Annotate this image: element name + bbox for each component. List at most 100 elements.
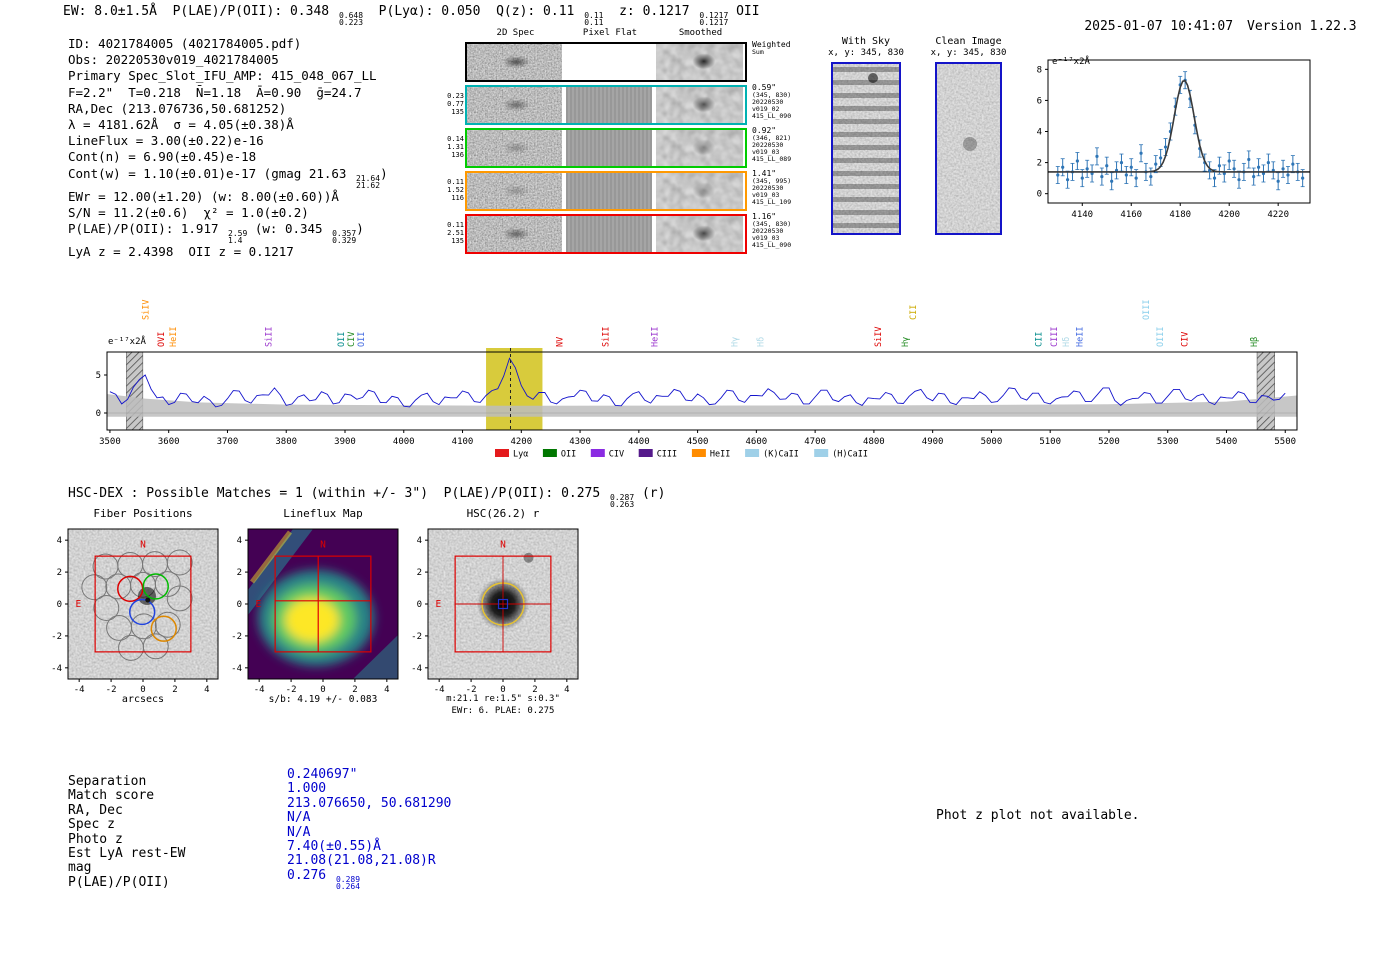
spectrum-ylabel: e⁻¹⁷x2Å [108,337,146,347]
data-point [1139,151,1143,155]
y-tick-label: -2 [411,632,422,642]
info-line: F=2.2" T=0.218 N̄=1.18 Ā=0.90 ḡ=24.7 [68,85,388,101]
cutout-cell-2dspec [467,173,562,209]
x-tick-label: 5200 [1098,437,1120,447]
data-point [1301,176,1305,180]
compass-north: N [500,539,506,550]
text-run: 1.000 [287,781,327,797]
summary-run: OII [728,4,760,19]
match-row: mag 21.08(21.08,21.08)R [68,853,451,875]
fiber-left-stats: 0.23 0.77 135 [443,92,464,116]
hsc-image-panel: NE-4-4-2-2002244 [411,528,579,695]
with-sky-image [831,62,901,235]
svg-rect [833,80,899,85]
data-point [1266,160,1270,165]
svg-rect [833,223,899,228]
meta-line: 415_LL_090 [752,241,792,249]
legend-swatch [590,449,605,457]
match-value: N/A [287,825,310,840]
text-run: 0.276 [287,867,334,883]
cutout-cell-pixelflat [566,44,652,80]
emission-line-label: OIII [1156,327,1166,347]
clean-image-xy: x, y: 345, 830 [930,48,1007,58]
hi-lo-uncertainty: 2.59 1.4 [228,230,247,245]
hsc-caption-2: EWr: 6. PLAE: 0.275 [451,706,555,716]
spec-blob-overlay [467,216,562,252]
y-tick-label: 4 [57,536,62,546]
y-tick-label: 2 [417,568,422,578]
match-row: P(LAE)/P(OII) 0.276 0.289 0.264 [68,868,451,891]
cutout-row [465,214,747,254]
emission-line-label: Hδ [1062,337,1072,347]
text-run: ) [380,165,388,181]
highlight-band [486,348,543,430]
cutout-row [465,128,747,168]
lo-value: 0.329 [332,236,357,246]
hsc-heading-run: HSC-DEX : Possible Matches = 1 (within +… [68,486,609,501]
photz-note: Phot z plot not available. [936,808,1140,823]
emission-line-label: Hβ [1250,337,1260,347]
cutout-cell-smoothed [656,44,743,80]
emission-line-label: SiIV [142,300,152,320]
version-label: Version 1.22.3 [1247,19,1357,34]
data-point [1056,173,1060,177]
legend-label: (K)CaII [763,450,799,460]
data-point [1247,157,1251,162]
cutout-cell-pixelflat [566,87,652,123]
info-line: EWr = 12.00(±1.20) (w: 8.00(±0.60))Å [68,189,388,205]
svg-rect [833,171,899,176]
text-run: 213.076650, 50.681290 [287,795,452,811]
match-value: 0.276 0.289 0.264 [287,867,360,891]
x-tick-label: 3700 [217,437,239,447]
legend-label: CIV [609,450,624,460]
emission-line-label: Hγ [731,337,741,347]
fiber-right-meta: 0.92" (346, 821) 20220530 v019_03 415_LL_089 [752,126,814,163]
x-tick-label: 4200 [1218,210,1240,220]
y-tick-label: 2 [1037,159,1042,169]
emission-line-label: HeII [651,327,661,347]
data-point [1110,179,1114,183]
match-row: Spec z N/A [68,810,451,832]
elixer-detection-report: EW: 8.0±1.5Å P(LAE)/P(OII): 0.348 0.648 0… [0,0,1400,953]
hsc-caption-1: m:21.1 re:1.5" s:0.3" [446,694,560,704]
data-point [1237,178,1241,182]
fiber-stat: 1.52 [447,186,464,194]
match-value: 213.076650, 50.681290 [287,796,451,811]
fiber-cutout-grid: 2D Spec Pixel Flat Smoothed Weighted Sum 0.23… [443,28,843,263]
y-tick-label: -4 [231,664,242,674]
line-fit-plot: 4140 4160 4180 4200 4220 0 2 4 6 8 [1037,59,1311,220]
emission-line-label: CII [1034,332,1044,347]
data-point [1095,154,1099,158]
cutout-column-title: Pixel Flat [582,28,638,38]
meta-line: 415_LL_090 [752,112,792,120]
match-row: Photo z N/A [68,825,451,847]
detection-info-block: ID: 4021784005 (4021784005.pdf) Obs: 2022… [68,36,388,260]
spec-blob-overlay [467,173,562,209]
fiber-stat: 0.14 [447,135,464,143]
hi-lo-uncertainty: 21.64 21.62 [356,174,380,189]
info-line: S/N = 11.2(±0.6) χ² = 1.0(±0.2) [68,205,388,221]
y-tick-label: 4 [1037,128,1042,138]
emission-line-label: OVI [157,332,167,347]
info-line: P(LAE)/P(OII): 1.917 2.59 1.4 (w: 0.345 0… [68,221,388,246]
emission-line-label: SiIV [874,327,884,347]
cutout-cell-2dspec [467,216,562,252]
text-run: 21.08(21.08,21.08)R [287,853,436,869]
svg-rect [833,106,899,111]
fiber-right-meta: 1.16" (345, 830) 20220530 v019_03 415_LL_090 [752,212,814,249]
x-tick-label: 4000 [393,437,415,447]
neighbor-smudge [523,552,534,563]
legend-label: CIII [657,450,677,460]
text-run: F=2.2" T=0.218 N̄=1.18 Ā=0.90 ḡ=24.7 [68,84,362,100]
info-line: λ = 4181.62Å σ = 4.05(±0.38)Å [68,117,388,133]
lineflux-panel-title: Lineflux Map [283,507,363,520]
hi-lo-uncertainty: 0.11 0.11 [584,12,603,27]
match-row: Separation 0.240697" [68,767,451,789]
data-point [1124,173,1128,177]
x-tick-label: 4300 [569,437,591,447]
lo-value: 0.1217 [699,18,729,27]
legend-swatch [638,449,653,457]
data-point [1129,165,1133,169]
y-tick-label: -2 [51,632,62,642]
data-point [1149,174,1153,179]
